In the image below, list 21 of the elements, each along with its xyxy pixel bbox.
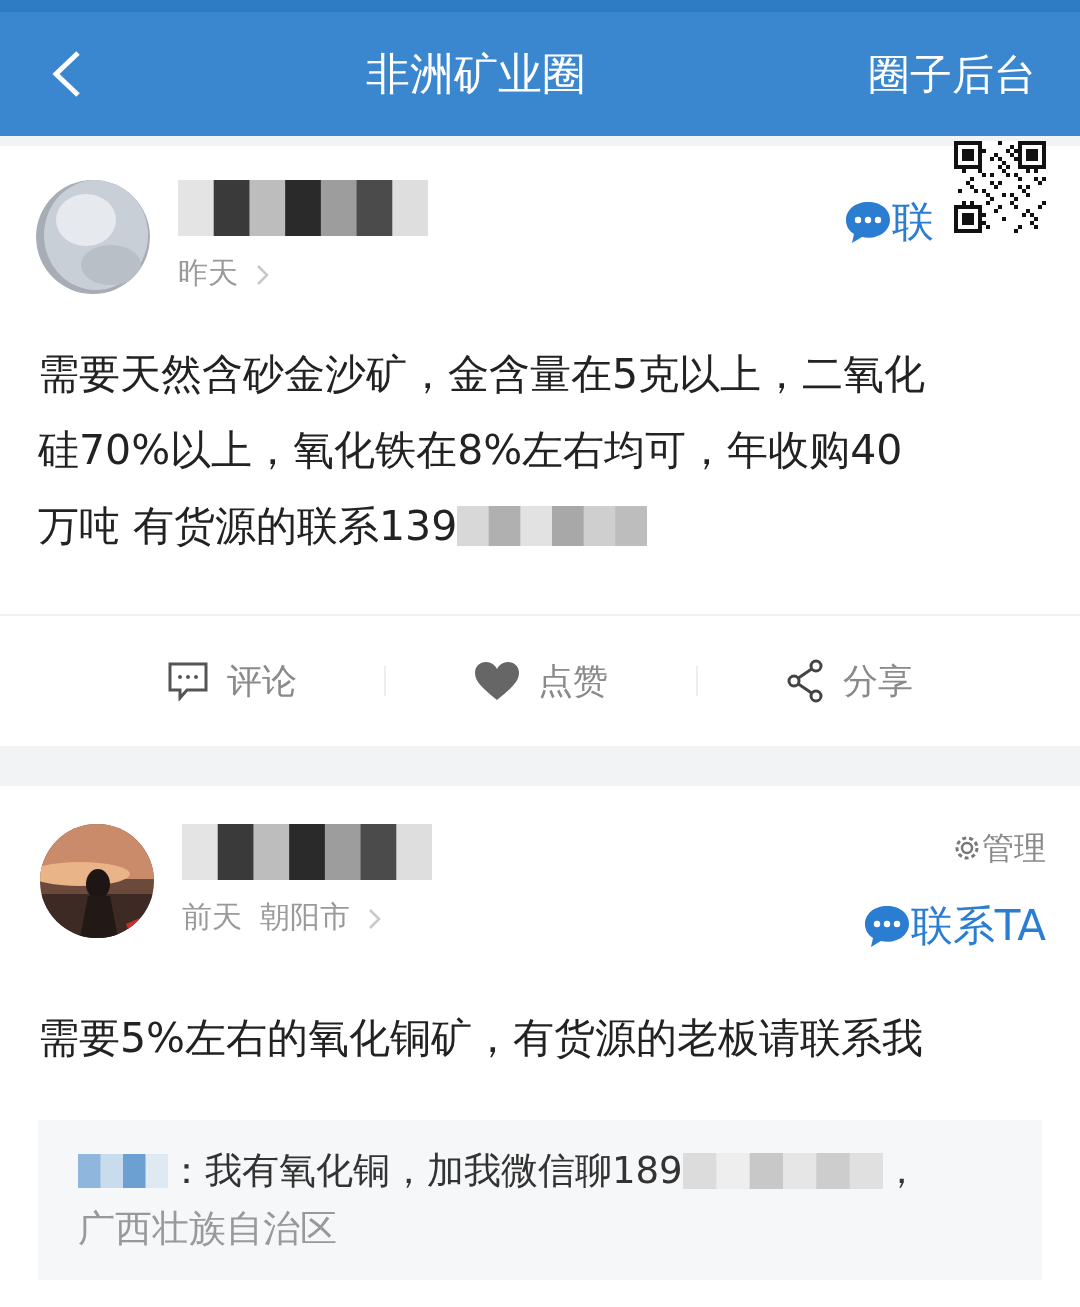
page-title: 非洲矿业圈 (366, 47, 586, 101)
share-button[interactable]: 分享 (779, 653, 920, 709)
post-location: 朝阳市 (260, 898, 350, 936)
post-text: 需要5%左右的氧化铜矿，有货源的老板请联系我 (38, 1013, 924, 1064)
post-text: 万吨 有货源的联系139 (38, 501, 458, 552)
manage-link[interactable]: 管理 (952, 824, 1046, 872)
post-time: 昨天 (178, 254, 238, 292)
contact-button[interactable]: 联 (844, 190, 934, 253)
post-time: 前天 (182, 898, 242, 936)
post-text: 需要天然含砂金沙矿，金含量在5克以上，二氧化 (38, 349, 926, 400)
comment-button[interactable]: 评论 (160, 653, 303, 709)
heart-icon (474, 661, 520, 701)
admin-link[interactable]: 圈子后台 (868, 42, 1036, 106)
like-button[interactable]: 点赞 (468, 653, 614, 709)
post-text: 硅70%以上，氧化铁在8%左右均可，年收购40 (38, 425, 903, 476)
comment-separator: ： (168, 1148, 205, 1194)
comment-text: ， (882, 1148, 920, 1194)
comment-icon (166, 661, 209, 701)
contact-button[interactable]: 联系TA (862, 894, 1046, 957)
comment-location: 广西壮族自治区 (78, 1206, 338, 1252)
comment-text: 我有氧化铜，加我微信聊189 (205, 1148, 683, 1194)
